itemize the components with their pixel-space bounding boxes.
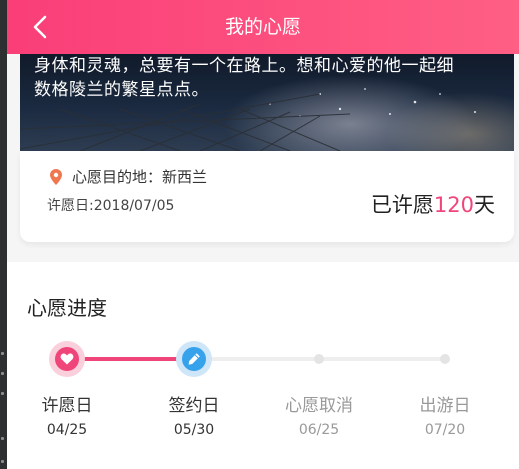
edge-mark <box>1 372 4 375</box>
app-screen: 身体和灵魂，总要有一个在路上。想和心爱的他一起细 数格陵兰的繁星点点。 我的心愿… <box>7 0 519 469</box>
step-node-sign-day <box>176 341 212 377</box>
edge-mark <box>1 352 4 355</box>
location-pin-icon <box>50 169 62 185</box>
heart-icon <box>60 353 74 365</box>
step-date: 04/25 <box>46 422 88 438</box>
edge-mark <box>1 460 4 463</box>
step-date: 07/20 <box>424 422 466 438</box>
page-title: 我的心愿 <box>224 16 301 38</box>
step-date: 05/30 <box>173 422 215 438</box>
left-edge-strip <box>0 0 7 469</box>
step-label: 心愿取消 <box>285 396 353 416</box>
wish-progress-section: 心愿进度 许愿日 签约日 心愿取消 出游日 04/25 05/30 06/25 … <box>7 262 519 469</box>
hero-image: 身体和灵魂，总要有一个在路上。想和心爱的他一起细 数格陵兰的繁星点点。 <box>20 54 514 151</box>
wish-description: 身体和灵魂，总要有一个在路上。想和心爱的他一起细 数格陵兰的繁星点点。 <box>34 56 454 100</box>
days-suffix: 天 <box>474 193 495 217</box>
step-node-wish-day <box>49 341 85 377</box>
wish-days-counter: 已许愿120天 <box>371 189 495 219</box>
wish-info-card: 心愿目的地：新西兰 许愿日:2018/07/05 已许愿120天 <box>20 151 514 242</box>
step-node-travel-day <box>440 354 450 364</box>
edge-mark <box>1 392 4 395</box>
step-node-cancel <box>314 354 324 364</box>
step-date: 06/25 <box>298 422 340 438</box>
wish-date-label: 许愿日:2018/07/05 <box>47 198 175 214</box>
step-label: 签约日 <box>168 396 220 416</box>
top-bar: 我的心愿 <box>7 0 519 54</box>
step-label: 出游日 <box>419 396 471 416</box>
days-count: 120 <box>433 193 474 217</box>
pen-icon <box>188 353 200 365</box>
destination-label: 心愿目的地：新西兰 <box>72 168 208 186</box>
step-label: 许愿日 <box>41 396 93 416</box>
edge-mark <box>1 437 4 440</box>
section-title: 心愿进度 <box>27 296 107 320</box>
days-prefix: 已许愿 <box>370 193 434 217</box>
